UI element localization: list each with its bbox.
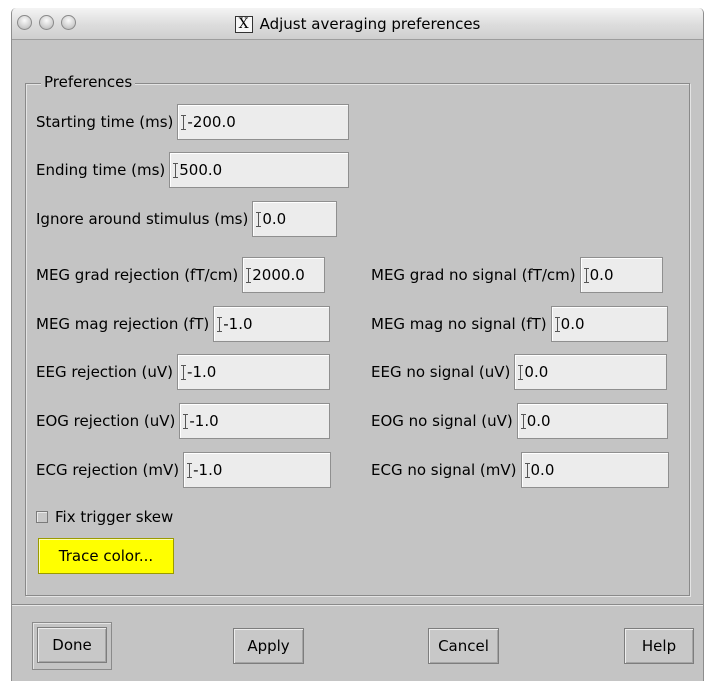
text-cursor-icon [217, 316, 223, 332]
eeg-rejection-input[interactable]: -1.0 [177, 354, 331, 390]
ecg-no-signal-value: 0.0 [530, 461, 555, 479]
text-cursor-icon [554, 316, 560, 332]
eog-rejection-row: EOG rejection (uV) -1.0 [36, 403, 331, 439]
meg-mag-no-signal-input[interactable]: 0.0 [550, 306, 668, 342]
text-cursor-icon [524, 462, 530, 478]
text-cursor-icon [181, 114, 187, 130]
ecg-rejection-row: ECG rejection (mV) -1.0 [36, 452, 332, 488]
ignore-around-stimulus-label: Ignore around stimulus (ms) [36, 210, 249, 228]
eeg-no-signal-row: EEG no signal (uV) 0.0 [371, 354, 668, 390]
ignore-around-stimulus-input[interactable]: 0.0 [252, 201, 338, 237]
eeg-rejection-label: EEG rejection (uV) [36, 363, 174, 381]
title-bar[interactable]: X Adjust averaging preferences [12, 8, 703, 40]
ecg-no-signal-input[interactable]: 0.0 [520, 452, 669, 488]
starting-time-input[interactable]: -200.0 [177, 104, 350, 140]
cancel-button[interactable]: Cancel [428, 628, 499, 664]
ending-time-row: Ending time (ms) 500.0 [36, 152, 350, 188]
meg-grad-no-signal-value: 0.0 [589, 266, 614, 284]
text-cursor-icon [181, 364, 187, 380]
text-cursor-icon [246, 267, 252, 283]
ecg-rejection-label: ECG rejection (mV) [36, 461, 180, 479]
eog-no-signal-value: 0.0 [526, 412, 551, 430]
text-cursor-icon [173, 162, 179, 178]
ending-time-value: 500.0 [179, 161, 223, 179]
eeg-no-signal-input[interactable]: 0.0 [514, 354, 668, 390]
ending-time-input[interactable]: 500.0 [169, 152, 350, 188]
meg-mag-rejection-value: -1.0 [223, 315, 253, 333]
meg-grad-rejection-value: 2000.0 [252, 266, 305, 284]
meg-grad-rejection-label: MEG grad rejection (fT/cm) [36, 266, 239, 284]
eog-rejection-input[interactable]: -1.0 [179, 403, 331, 439]
ecg-rejection-value: -1.0 [193, 461, 223, 479]
ending-time-label: Ending time (ms) [36, 161, 166, 179]
footer-divider [12, 604, 703, 606]
starting-time-row: Starting time (ms) -200.0 [36, 104, 350, 140]
window-title: Adjust averaging preferences [259, 15, 481, 33]
meg-grad-rejection-input[interactable]: 2000.0 [242, 257, 326, 293]
starting-time-label: Starting time (ms) [36, 113, 174, 131]
eog-no-signal-label: EOG no signal (uV) [371, 412, 513, 430]
apply-button[interactable]: Apply [233, 628, 304, 664]
fix-trigger-skew-label: Fix trigger skew [55, 508, 174, 526]
help-button[interactable]: Help [624, 628, 694, 664]
fix-trigger-skew-checkbox[interactable] [36, 511, 48, 523]
starting-time-value: -200.0 [187, 113, 236, 131]
meg-mag-no-signal-value: 0.0 [560, 315, 585, 333]
ecg-rejection-input[interactable]: -1.0 [183, 452, 332, 488]
meg-mag-no-signal-row: MEG mag no signal (fT) 0.0 [371, 306, 668, 342]
trace-color-button[interactable]: Trace color... [38, 538, 174, 574]
ecg-no-signal-label: ECG no signal (mV) [371, 461, 517, 479]
text-cursor-icon [183, 413, 189, 429]
meg-mag-no-signal-label: MEG mag no signal (fT) [371, 315, 547, 333]
eeg-no-signal-value: 0.0 [524, 363, 549, 381]
x11-app-icon: X [234, 15, 253, 33]
eog-no-signal-row: EOG no signal (uV) 0.0 [371, 403, 668, 439]
meg-grad-no-signal-row: MEG grad no signal (fT/cm) 0.0 [371, 257, 663, 293]
text-cursor-icon [583, 267, 589, 283]
eog-no-signal-input[interactable]: 0.0 [516, 403, 668, 439]
ignore-around-stimulus-row: Ignore around stimulus (ms) 0.0 [36, 201, 338, 237]
eog-rejection-label: EOG rejection (uV) [36, 412, 176, 430]
meg-grad-no-signal-input[interactable]: 0.0 [579, 257, 663, 293]
ecg-no-signal-row: ECG no signal (mV) 0.0 [371, 452, 669, 488]
preferences-legend: Preferences [41, 73, 136, 91]
meg-grad-no-signal-label: MEG grad no signal (fT/cm) [371, 266, 576, 284]
dialog-window: X Adjust averaging preferences Preferenc… [11, 8, 704, 681]
eeg-rejection-value: -1.0 [187, 363, 217, 381]
text-cursor-icon [520, 413, 526, 429]
fix-trigger-skew-toggle[interactable]: Fix trigger skew [36, 508, 173, 526]
text-cursor-icon [256, 211, 262, 227]
eeg-no-signal-label: EEG no signal (uV) [371, 363, 511, 381]
eeg-rejection-row: EEG rejection (uV) -1.0 [36, 354, 331, 390]
text-cursor-icon [518, 364, 524, 380]
eog-rejection-value: -1.0 [189, 412, 219, 430]
text-cursor-icon [187, 462, 193, 478]
done-button[interactable]: Done [37, 627, 107, 663]
ignore-around-stimulus-value: 0.0 [262, 210, 287, 228]
meg-mag-rejection-row: MEG mag rejection (fT) -1.0 [36, 306, 331, 342]
meg-mag-rejection-input[interactable]: -1.0 [213, 306, 331, 342]
meg-grad-rejection-row: MEG grad rejection (fT/cm) 2000.0 [36, 257, 326, 293]
meg-mag-rejection-label: MEG mag rejection (fT) [36, 315, 210, 333]
